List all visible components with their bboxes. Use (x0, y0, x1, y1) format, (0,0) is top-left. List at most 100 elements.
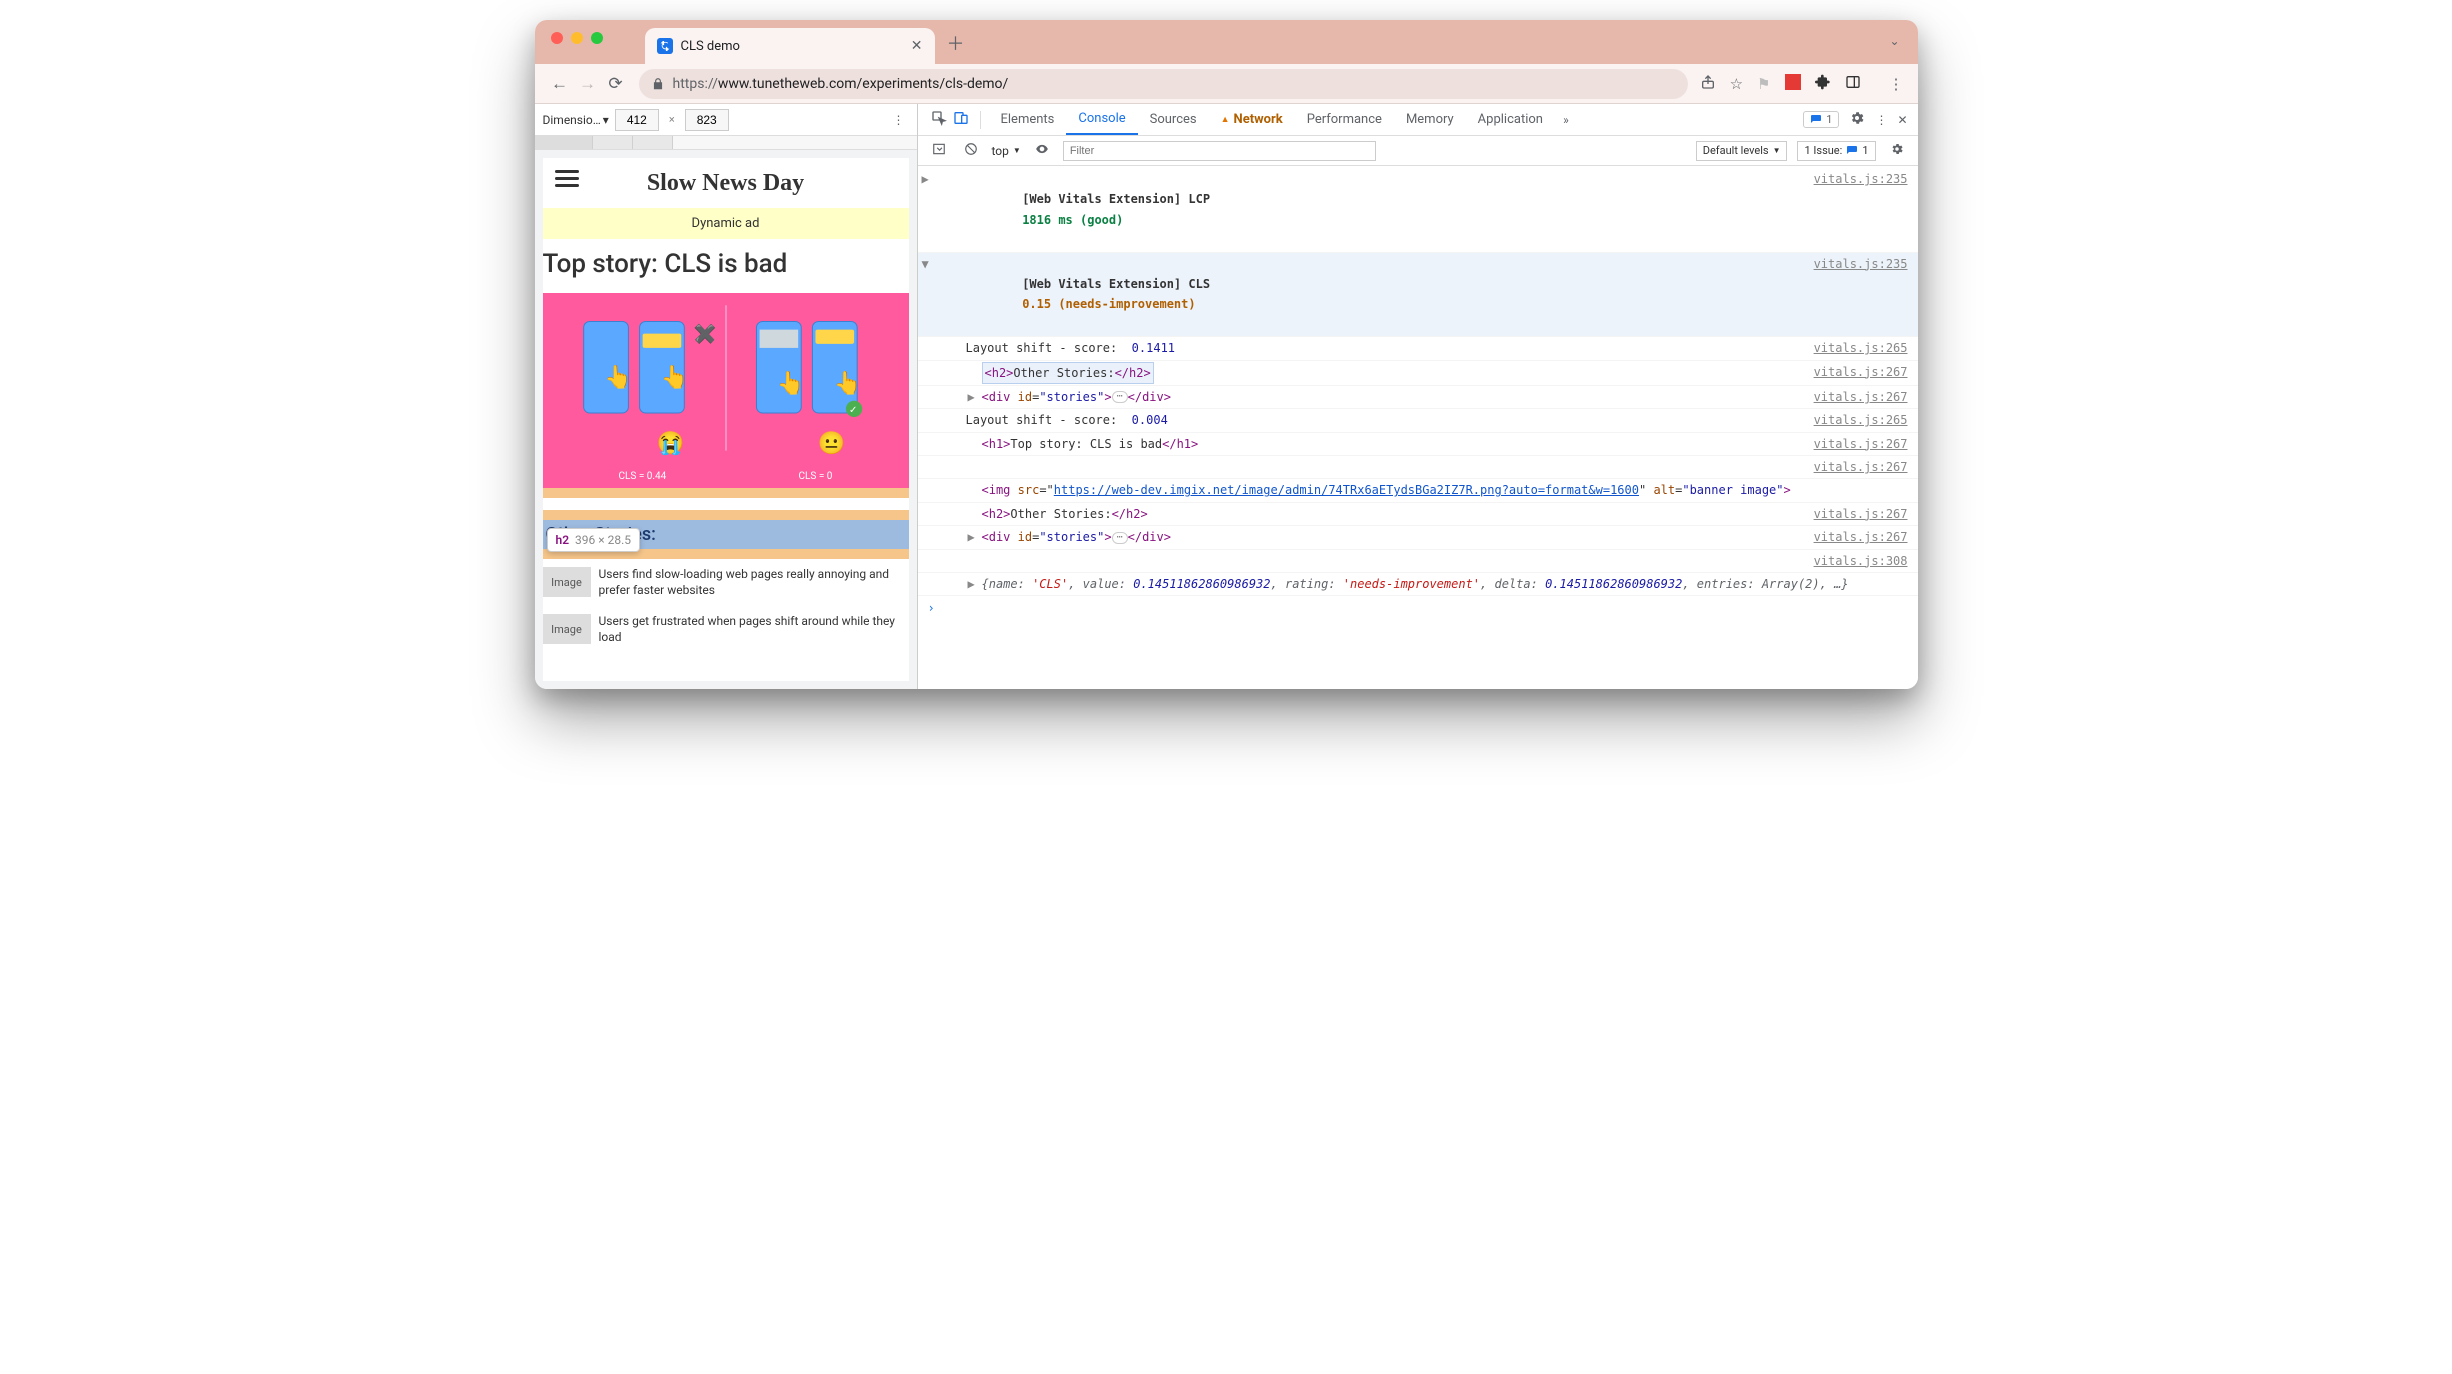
top-story-heading: Top story: CLS is bad (543, 239, 909, 293)
source-link[interactable]: vitals.js:308 (1814, 551, 1908, 571)
svg-text:👆: 👆 (776, 370, 804, 397)
source-link[interactable]: vitals.js:267 (1814, 527, 1908, 547)
device-preview-pane: Dimensio…▾ × ⋮ Slow News Day Dynamic ad (535, 104, 918, 689)
tab-memory[interactable]: Memory (1394, 104, 1466, 135)
device-options-button[interactable]: ⋮ (889, 113, 909, 127)
console-log-row[interactable]: <h2>Other Stories:</h2>vitals.js:267 (918, 503, 1918, 526)
console-settings-icon[interactable] (1886, 142, 1908, 159)
settings-icon[interactable] (1849, 110, 1865, 129)
close-devtools-button[interactable]: ✕ (1897, 113, 1907, 127)
tab-network[interactable]: Network (1209, 104, 1295, 135)
hamburger-icon[interactable] (555, 170, 579, 187)
cls-bad-label: CLS = 0.44 (619, 471, 667, 482)
bookmark-icon[interactable]: ☆ (1730, 75, 1743, 93)
console-sidebar-toggle[interactable] (928, 142, 950, 159)
console-log-row[interactable]: ▶<div id="stories">⋯</div>vitals.js:267 (918, 386, 1918, 409)
stories-list: Image Users find slow-loading web pages … (543, 559, 909, 653)
extensions-icon[interactable] (1815, 74, 1831, 94)
console-filter-input[interactable] (1063, 141, 1376, 161)
mobile-viewport: Slow News Day Dynamic ad Top story: CLS … (543, 158, 909, 681)
expand-arrow-icon[interactable]: ▶ (968, 527, 982, 547)
source-link[interactable]: vitals.js:265 (1814, 338, 1908, 358)
height-input[interactable] (685, 109, 729, 131)
clear-console-icon[interactable] (960, 142, 982, 159)
story-text: Users find slow-loading web pages really… (599, 567, 909, 598)
maximize-window-button[interactable] (591, 32, 603, 44)
issues-indicator[interactable]: 1 (1803, 111, 1839, 128)
tab-application[interactable]: Application (1466, 104, 1555, 135)
log-level-selector[interactable]: Default levels▼ (1696, 141, 1788, 161)
console-log-row[interactable]: ▶ [Web Vitals Extension] LCP 1816 ms (go… (918, 168, 1918, 253)
source-link[interactable]: vitals.js:235 (1814, 169, 1908, 251)
expand-arrow-icon[interactable]: ▶ (968, 574, 982, 594)
source-link[interactable]: vitals.js:235 (1814, 254, 1908, 336)
inspect-element-icon[interactable] (928, 110, 950, 129)
svg-text:😐: 😐 (817, 431, 845, 457)
console-log-row[interactable]: ▼ [Web Vitals Extension] CLS 0.15 (needs… (918, 253, 1918, 338)
console-prompt[interactable]: › (918, 596, 1918, 620)
svg-text:✖️: ✖️ (693, 323, 716, 345)
expand-arrow-icon[interactable]: ▶ (922, 169, 936, 251)
address-bar[interactable]: https://www.tunetheweb.com/experiments/c… (639, 69, 1688, 99)
tab-performance[interactable]: Performance (1295, 104, 1394, 135)
source-link[interactable]: vitals.js:267 (1814, 387, 1908, 407)
side-panel-icon[interactable] (1845, 74, 1861, 94)
tab-close-button[interactable]: ✕ (911, 38, 923, 54)
issues-box[interactable]: 1 Issue: 1 (1797, 141, 1875, 161)
tabs-overflow-icon[interactable]: » (1555, 113, 1577, 127)
tab-favicon (657, 38, 673, 54)
cls-good-label: CLS = 0 (799, 471, 833, 482)
console-output: ▶ [Web Vitals Extension] LCP 1816 ms (go… (918, 166, 1918, 689)
device-selector[interactable]: Dimensio…▾ (543, 113, 609, 127)
devtools-menu-icon[interactable]: ⋮ (1875, 113, 1887, 127)
browser-menu-button[interactable]: ⋮ (1889, 75, 1904, 93)
share-icon[interactable] (1700, 74, 1716, 94)
inspect-tooltip: h2 396 × 28.5 (547, 528, 641, 552)
toggle-device-icon[interactable] (950, 110, 972, 129)
expand-arrow-icon[interactable]: ▶ (968, 387, 982, 407)
tab-elements[interactable]: Elements (989, 104, 1067, 135)
source-link[interactable]: vitals.js:267 (1814, 362, 1908, 384)
reload-button[interactable]: ⟳ (605, 74, 627, 94)
source-link[interactable]: vitals.js:267 (1814, 434, 1908, 454)
flag-icon[interactable]: ⚑ (1757, 75, 1770, 93)
page-header: Slow News Day (543, 158, 909, 208)
ad-banner: Dynamic ad (543, 208, 909, 239)
tab-console[interactable]: Console (1066, 104, 1137, 135)
devtools-tabs: Elements Console Sources Network Perform… (918, 104, 1918, 136)
close-window-button[interactable] (551, 32, 563, 44)
list-item: Image Users find slow-loading web pages … (543, 559, 909, 606)
source-link[interactable]: vitals.js:267 (1814, 504, 1908, 524)
console-log-row[interactable]: Layout shift - score: 0.1411vitals.js:26… (918, 337, 1918, 360)
extension-red-icon[interactable] (1785, 74, 1801, 94)
console-log-row[interactable]: <h2>Other Stories:</h2>vitals.js:267 (918, 361, 1918, 386)
new-tab-button[interactable]: ＋ (947, 30, 965, 56)
console-log-row[interactable]: ▶{name: 'CLS', value: 0.1451186286098693… (918, 573, 1918, 596)
browser-window: CLS demo ✕ ＋ ⌄ ← → ⟳ https://www.tunethe… (535, 20, 1918, 689)
console-log-row[interactable]: vitals.js:267 (918, 456, 1918, 479)
minimize-window-button[interactable] (571, 32, 583, 44)
console-log-row[interactable]: <img src="https://web-dev.imgix.net/imag… (918, 479, 1918, 502)
forward-button[interactable]: → (577, 74, 599, 94)
context-selector[interactable]: top▼ (992, 144, 1021, 158)
tabs-overflow-button[interactable]: ⌄ (1889, 34, 1899, 48)
collapse-arrow-icon[interactable]: ▼ (922, 254, 936, 336)
banner-image: ✖️ 👆 👆 😭 👆 👆 ✓ 😐 (543, 293, 909, 488)
dimension-separator: × (665, 113, 679, 126)
toolbar-icons: ☆ ⚑ ⋮ (1700, 74, 1904, 94)
browser-tab[interactable]: CLS demo ✕ (645, 28, 935, 64)
source-link[interactable]: vitals.js:267 (1814, 457, 1908, 477)
ruler (535, 136, 917, 150)
console-log-row[interactable]: vitals.js:308 (918, 550, 1918, 573)
source-link[interactable]: vitals.js:265 (1814, 410, 1908, 430)
console-log-row[interactable]: ▶<div id="stories">⋯</div>vitals.js:267 (918, 526, 1918, 549)
url-text: https://www.tunetheweb.com/experiments/c… (673, 76, 1676, 92)
console-log-row[interactable]: <h1>Top story: CLS is bad</h1>vitals.js:… (918, 433, 1918, 456)
list-item: Image Users get frustrated when pages sh… (543, 606, 909, 653)
live-expression-icon[interactable] (1031, 142, 1053, 159)
console-log-row[interactable]: Layout shift - score: 0.004vitals.js:265 (918, 409, 1918, 432)
window-controls (551, 32, 603, 44)
back-button[interactable]: ← (549, 74, 571, 94)
width-input[interactable] (615, 109, 659, 131)
tab-sources[interactable]: Sources (1138, 104, 1209, 135)
